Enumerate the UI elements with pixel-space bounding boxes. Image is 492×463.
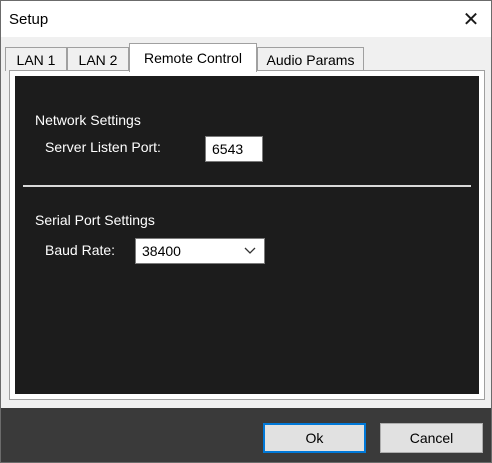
server-listen-port-label: Server Listen Port:: [45, 139, 161, 155]
tab-label: Remote Control: [143, 50, 243, 66]
button-bar: Ok Cancel: [1, 408, 491, 462]
close-icon: ✕: [462, 8, 480, 31]
tab-audio-params[interactable]: Audio Params: [257, 47, 364, 71]
ok-button-label: Ok: [305, 430, 324, 446]
ok-button[interactable]: Ok: [263, 423, 366, 453]
window-title: Setup: [9, 11, 49, 28]
close-button[interactable]: ✕: [451, 1, 491, 37]
chevron-down-icon: [242, 241, 258, 261]
title-bar: Setup ✕: [1, 1, 491, 37]
tab-strip: LAN 1 LAN 2 Remote Control Audio Params: [1, 37, 491, 72]
tab-lan-1[interactable]: LAN 1: [5, 47, 67, 71]
setup-dialog: Setup ✕ LAN 1 LAN 2 Remote Control Audio…: [0, 0, 492, 463]
tab-label: LAN 1: [16, 51, 56, 68]
cancel-button[interactable]: Cancel: [380, 423, 483, 453]
tab-label: LAN 2: [78, 51, 118, 68]
serial-port-settings-heading: Serial Port Settings: [35, 212, 155, 228]
remote-control-panel: Network Settings Server Listen Port: Ser…: [9, 70, 485, 400]
server-listen-port-input[interactable]: [205, 136, 263, 162]
baud-rate-label: Baud Rate:: [45, 242, 116, 258]
baud-rate-select[interactable]: 38400: [135, 238, 265, 264]
tab-lan-2[interactable]: LAN 2: [67, 47, 129, 71]
settings-area: Network Settings Server Listen Port: Ser…: [15, 76, 479, 394]
tab-remote-control[interactable]: Remote Control: [129, 43, 257, 72]
tab-label: Audio Params: [266, 51, 355, 68]
cancel-button-label: Cancel: [409, 430, 454, 446]
network-settings-heading: Network Settings: [35, 112, 141, 128]
baud-rate-value: 38400: [142, 243, 181, 259]
section-divider: [23, 185, 471, 187]
